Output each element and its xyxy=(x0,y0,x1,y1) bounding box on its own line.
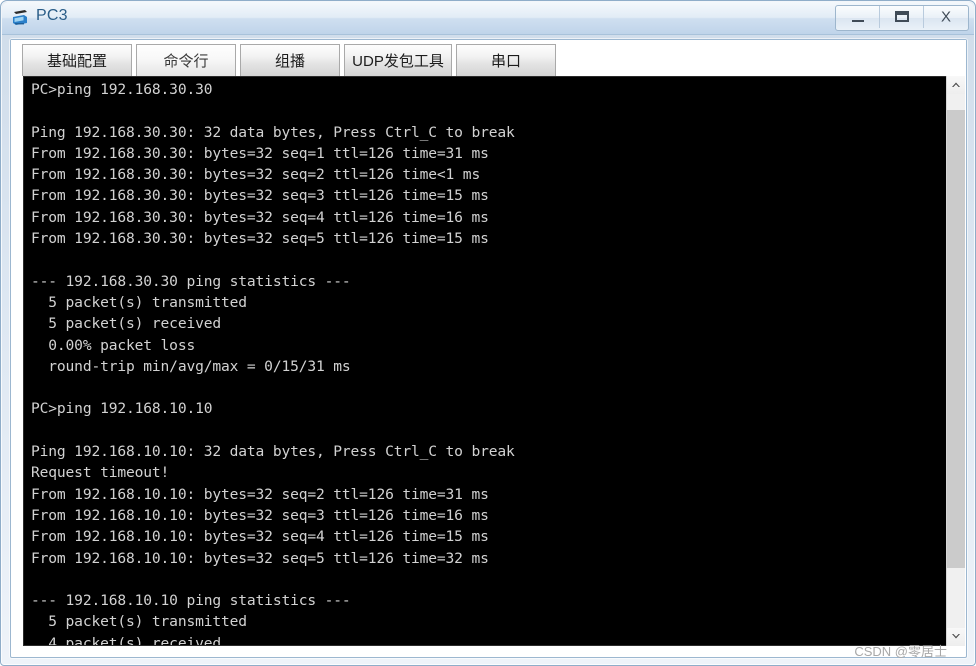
application-window: PC3 X 基础配置 命令行 组播 UDP发包工具 串口 PC>ping 192.168… xyxy=(0,0,976,666)
close-icon: X xyxy=(940,8,951,26)
tab-label: 基础配置 xyxy=(46,53,107,70)
tab-command-line[interactable]: 命令行 xyxy=(136,44,236,76)
window-controls: X xyxy=(835,5,969,31)
chevron-up-icon xyxy=(952,82,960,87)
terminal-scrollbar[interactable] xyxy=(946,76,965,646)
maximize-button[interactable] xyxy=(880,6,924,28)
minimize-icon xyxy=(852,20,864,22)
pc-device-icon xyxy=(11,8,31,28)
window-title: PC3 xyxy=(36,7,68,24)
tab-label: 串口 xyxy=(490,53,521,70)
scroll-up-button[interactable] xyxy=(947,76,965,94)
tab-label: 组播 xyxy=(274,53,305,70)
maximize-icon xyxy=(895,11,909,22)
client-area: 基础配置 命令行 组播 UDP发包工具 串口 PC>ping 192.168.30.30… xyxy=(10,39,967,658)
tab-udp-sender[interactable]: UDP发包工具 xyxy=(344,44,452,76)
terminal-console[interactable]: PC>ping 192.168.30.30 Ping 192.168.30.30… xyxy=(23,76,955,646)
tab-serial-port[interactable]: 串口 xyxy=(456,44,556,76)
terminal-output: PC>ping 192.168.30.30 Ping 192.168.30.30… xyxy=(31,81,515,646)
tab-multicast[interactable]: 组播 xyxy=(240,44,340,76)
close-button[interactable]: X xyxy=(924,6,968,28)
tab-label: UDP发包工具 xyxy=(352,53,444,70)
title-bar: PC3 X xyxy=(2,2,974,35)
scrollbar-thumb[interactable] xyxy=(947,110,965,568)
minimize-button[interactable] xyxy=(836,6,880,28)
tab-label: 命令行 xyxy=(163,53,209,70)
tab-strip: 基础配置 命令行 组播 UDP发包工具 串口 xyxy=(11,40,966,76)
chevron-down-icon xyxy=(952,634,960,639)
tab-basic-config[interactable]: 基础配置 xyxy=(22,44,132,76)
scroll-down-button[interactable] xyxy=(947,628,965,646)
